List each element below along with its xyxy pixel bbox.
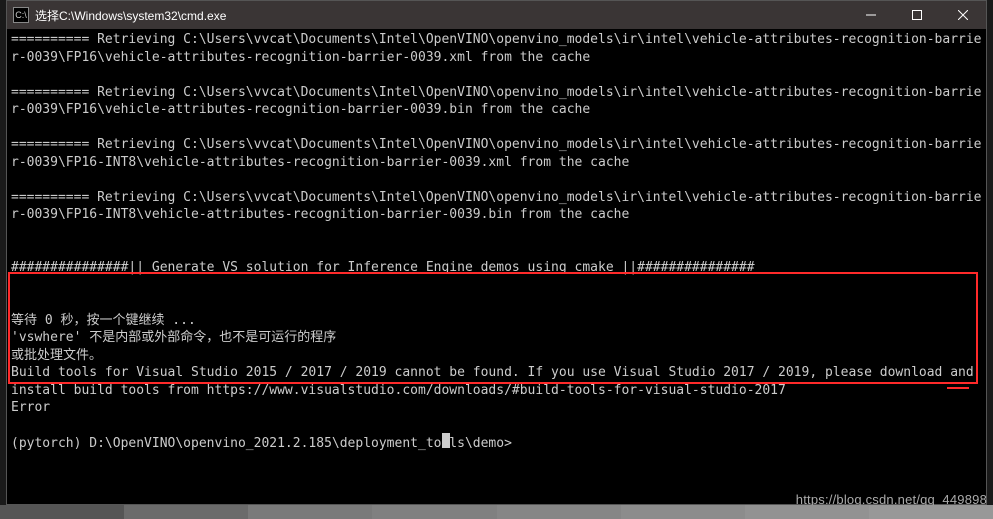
terminal-line: ###############|| Generate VS solution f… <box>11 260 755 275</box>
red-underline-accent <box>947 387 969 389</box>
window-title: 选择C:\Windows\system32\cmd.exe <box>35 7 848 24</box>
prompt-line: (pytorch) D:\OpenVINO\openvino_2021.2.18… <box>11 436 512 451</box>
minimize-button[interactable] <box>848 1 894 29</box>
strip-segment <box>124 505 248 519</box>
terminal-line: 等待 0 秒，按一个键继续 ... <box>11 313 196 328</box>
strip-segment <box>745 505 869 519</box>
cmd-icon: C:\ <box>13 7 29 23</box>
close-button[interactable] <box>940 1 986 29</box>
titlebar[interactable]: C:\ 选择C:\Windows\system32\cmd.exe <box>7 1 986 29</box>
terminal-line: 或批处理文件。 <box>11 348 102 363</box>
strip-segment <box>248 505 372 519</box>
terminal-line: ========== Retrieving C:\Users\vvcat\Doc… <box>11 32 982 65</box>
terminal-line: Build tools for Visual Studio 2015 / 201… <box>11 365 982 398</box>
terminal-line: ========== Retrieving C:\Users\vvcat\Doc… <box>11 85 982 118</box>
cmd-window: C:\ 选择C:\Windows\system32\cmd.exe ======… <box>6 0 987 505</box>
text-cursor <box>442 433 450 448</box>
strip-segment <box>0 505 124 519</box>
terminal-line: Error <box>11 400 50 415</box>
window-controls <box>848 1 986 29</box>
strip-segment <box>621 505 745 519</box>
terminal-line: 'vswhere' 不是内部或外部命令，也不是可运行的程序 <box>11 330 336 345</box>
terminal-line: ========== Retrieving C:\Users\vvcat\Doc… <box>11 137 982 170</box>
terminal-line: ========== Retrieving C:\Users\vvcat\Doc… <box>11 190 982 223</box>
strip-segment <box>497 505 621 519</box>
strip-segment <box>372 505 496 519</box>
maximize-button[interactable] <box>894 1 940 29</box>
strip-segment <box>869 505 993 519</box>
bottom-color-strip <box>0 505 993 519</box>
terminal-output[interactable]: ========== Retrieving C:\Users\vvcat\Doc… <box>7 29 986 504</box>
